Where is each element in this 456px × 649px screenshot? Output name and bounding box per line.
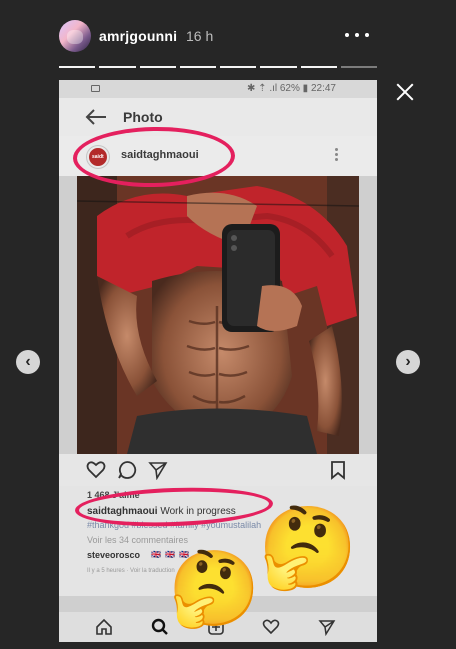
caption-username: saidtaghmaoui — [87, 506, 158, 517]
status-info: ✱ ⇡ .ıl 62% ▮ 22:47 — [247, 83, 336, 94]
post-caption: saidtaghmaoui Work in progress — [87, 506, 236, 517]
comment-icon — [118, 461, 137, 479]
share-icon — [148, 462, 168, 480]
thinking-emoji-sticker: 🤔 — [168, 547, 261, 630]
next-story-button[interactable]: › — [396, 350, 420, 374]
post-actions-bar — [59, 454, 377, 486]
progress-segment — [220, 66, 257, 68]
story-timestamp: 16 h — [186, 28, 214, 44]
story-avatar[interactable] — [59, 20, 91, 52]
thinking-emoji-sticker: 🤔 — [258, 503, 358, 592]
notification-icon — [91, 85, 100, 92]
likes-count: 1 468 J'aime — [87, 490, 140, 500]
post-header: saidt saidtaghmaoui — [59, 136, 377, 176]
caption-text: Work in progress — [160, 506, 236, 517]
progress-segment — [139, 66, 176, 68]
story-header: amrjgounni 16 h — [0, 0, 456, 70]
post-photo — [77, 176, 359, 454]
progress-segment — [340, 66, 377, 68]
phone-top-bar: Photo — [59, 98, 377, 136]
more-options-icon[interactable] — [345, 24, 369, 44]
progress-segment — [59, 66, 96, 68]
progress-segment — [99, 66, 136, 68]
page-title: Photo — [123, 109, 163, 125]
post-more-icon — [333, 146, 339, 164]
progress-segment — [300, 66, 337, 68]
heart-nav-icon — [262, 619, 280, 635]
story-progress-bar — [59, 66, 377, 68]
story-username[interactable]: amrjgounni — [99, 28, 177, 44]
phone-status-bar: ✱ ⇡ .ıl 62% ▮ 22:47 — [59, 80, 377, 98]
commenter-username: steveorosco — [87, 550, 141, 560]
progress-segment — [179, 66, 216, 68]
previous-story-button[interactable]: ‹ — [16, 350, 40, 374]
post-username: saidtaghmaoui — [121, 149, 199, 161]
post-photo-image — [77, 176, 359, 454]
close-icon[interactable] — [393, 80, 417, 104]
direct-message-icon — [318, 620, 336, 636]
home-icon — [96, 618, 112, 635]
bookmark-icon — [331, 461, 345, 480]
post-avatar: saidt — [87, 146, 109, 168]
heart-icon — [86, 461, 106, 479]
post-time-ago: Il y a 5 heures · Voir la traduction — [87, 568, 175, 574]
search-icon — [151, 618, 168, 635]
back-arrow-icon — [85, 109, 106, 125]
view-comments-link: Voir les 34 commentaires — [87, 535, 189, 545]
progress-segment — [260, 66, 297, 68]
avatar-text: saidt — [92, 154, 104, 160]
